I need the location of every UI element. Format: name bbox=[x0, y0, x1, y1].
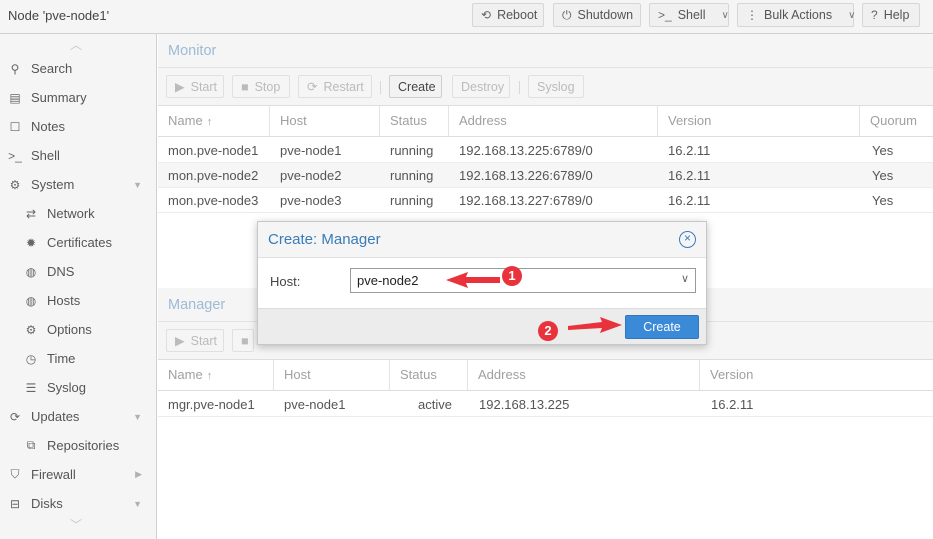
annotation-arrows bbox=[446, 272, 622, 333]
arrow-to-host-select bbox=[446, 272, 500, 288]
arrow-to-create-button bbox=[568, 317, 622, 333]
step-badge-2: 2 bbox=[538, 321, 558, 341]
step-badge-1: 1 bbox=[502, 266, 522, 286]
